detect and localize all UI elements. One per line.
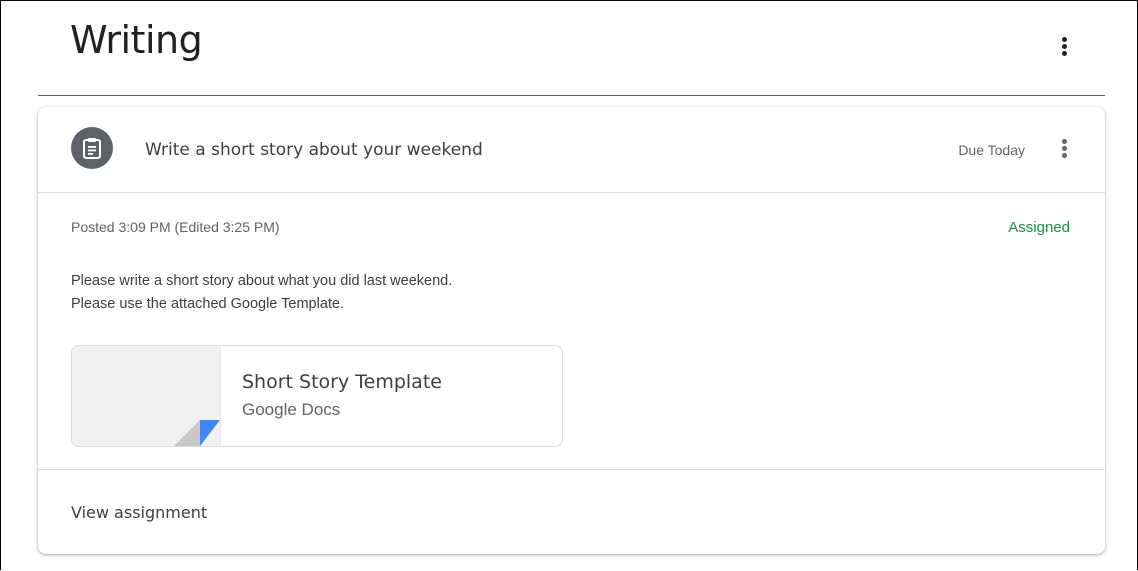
- due-date: Due Today: [958, 142, 1025, 158]
- assignment-card-footer: View assignment: [38, 469, 1105, 554]
- attachment-thumbnail: [72, 346, 221, 446]
- status-badge: Assigned: [1008, 219, 1070, 236]
- google-docs-corner-icon: [174, 420, 220, 446]
- topic-title: Writing: [70, 18, 203, 62]
- assignment-title[interactable]: Write a short story about your weekend: [145, 140, 483, 160]
- assignment-icon: [71, 127, 113, 169]
- attachment-type: Google Docs: [242, 400, 341, 419]
- assignment-card: Write a short story about your weekend D…: [38, 107, 1105, 554]
- attachment-card[interactable]: Short Story Template Google Docs: [71, 345, 563, 447]
- view-assignment-link[interactable]: View assignment: [71, 503, 207, 522]
- topic-header: Writing: [38, 0, 1105, 96]
- posted-timestamp: Posted 3:09 PM (Edited 3:25 PM): [71, 219, 280, 235]
- assignment-description: Please write a short story about what yo…: [71, 270, 452, 316]
- attachment-title[interactable]: Short Story Template: [242, 371, 442, 393]
- description-line: Please write a short story about what yo…: [71, 273, 453, 289]
- assignment-card-header[interactable]: Write a short story about your weekend D…: [38, 107, 1105, 193]
- description-line: Please use the attached Google Template.: [71, 296, 345, 312]
- topic-more-options-icon[interactable]: [1052, 33, 1076, 61]
- assignment-more-options-icon[interactable]: [1052, 135, 1076, 163]
